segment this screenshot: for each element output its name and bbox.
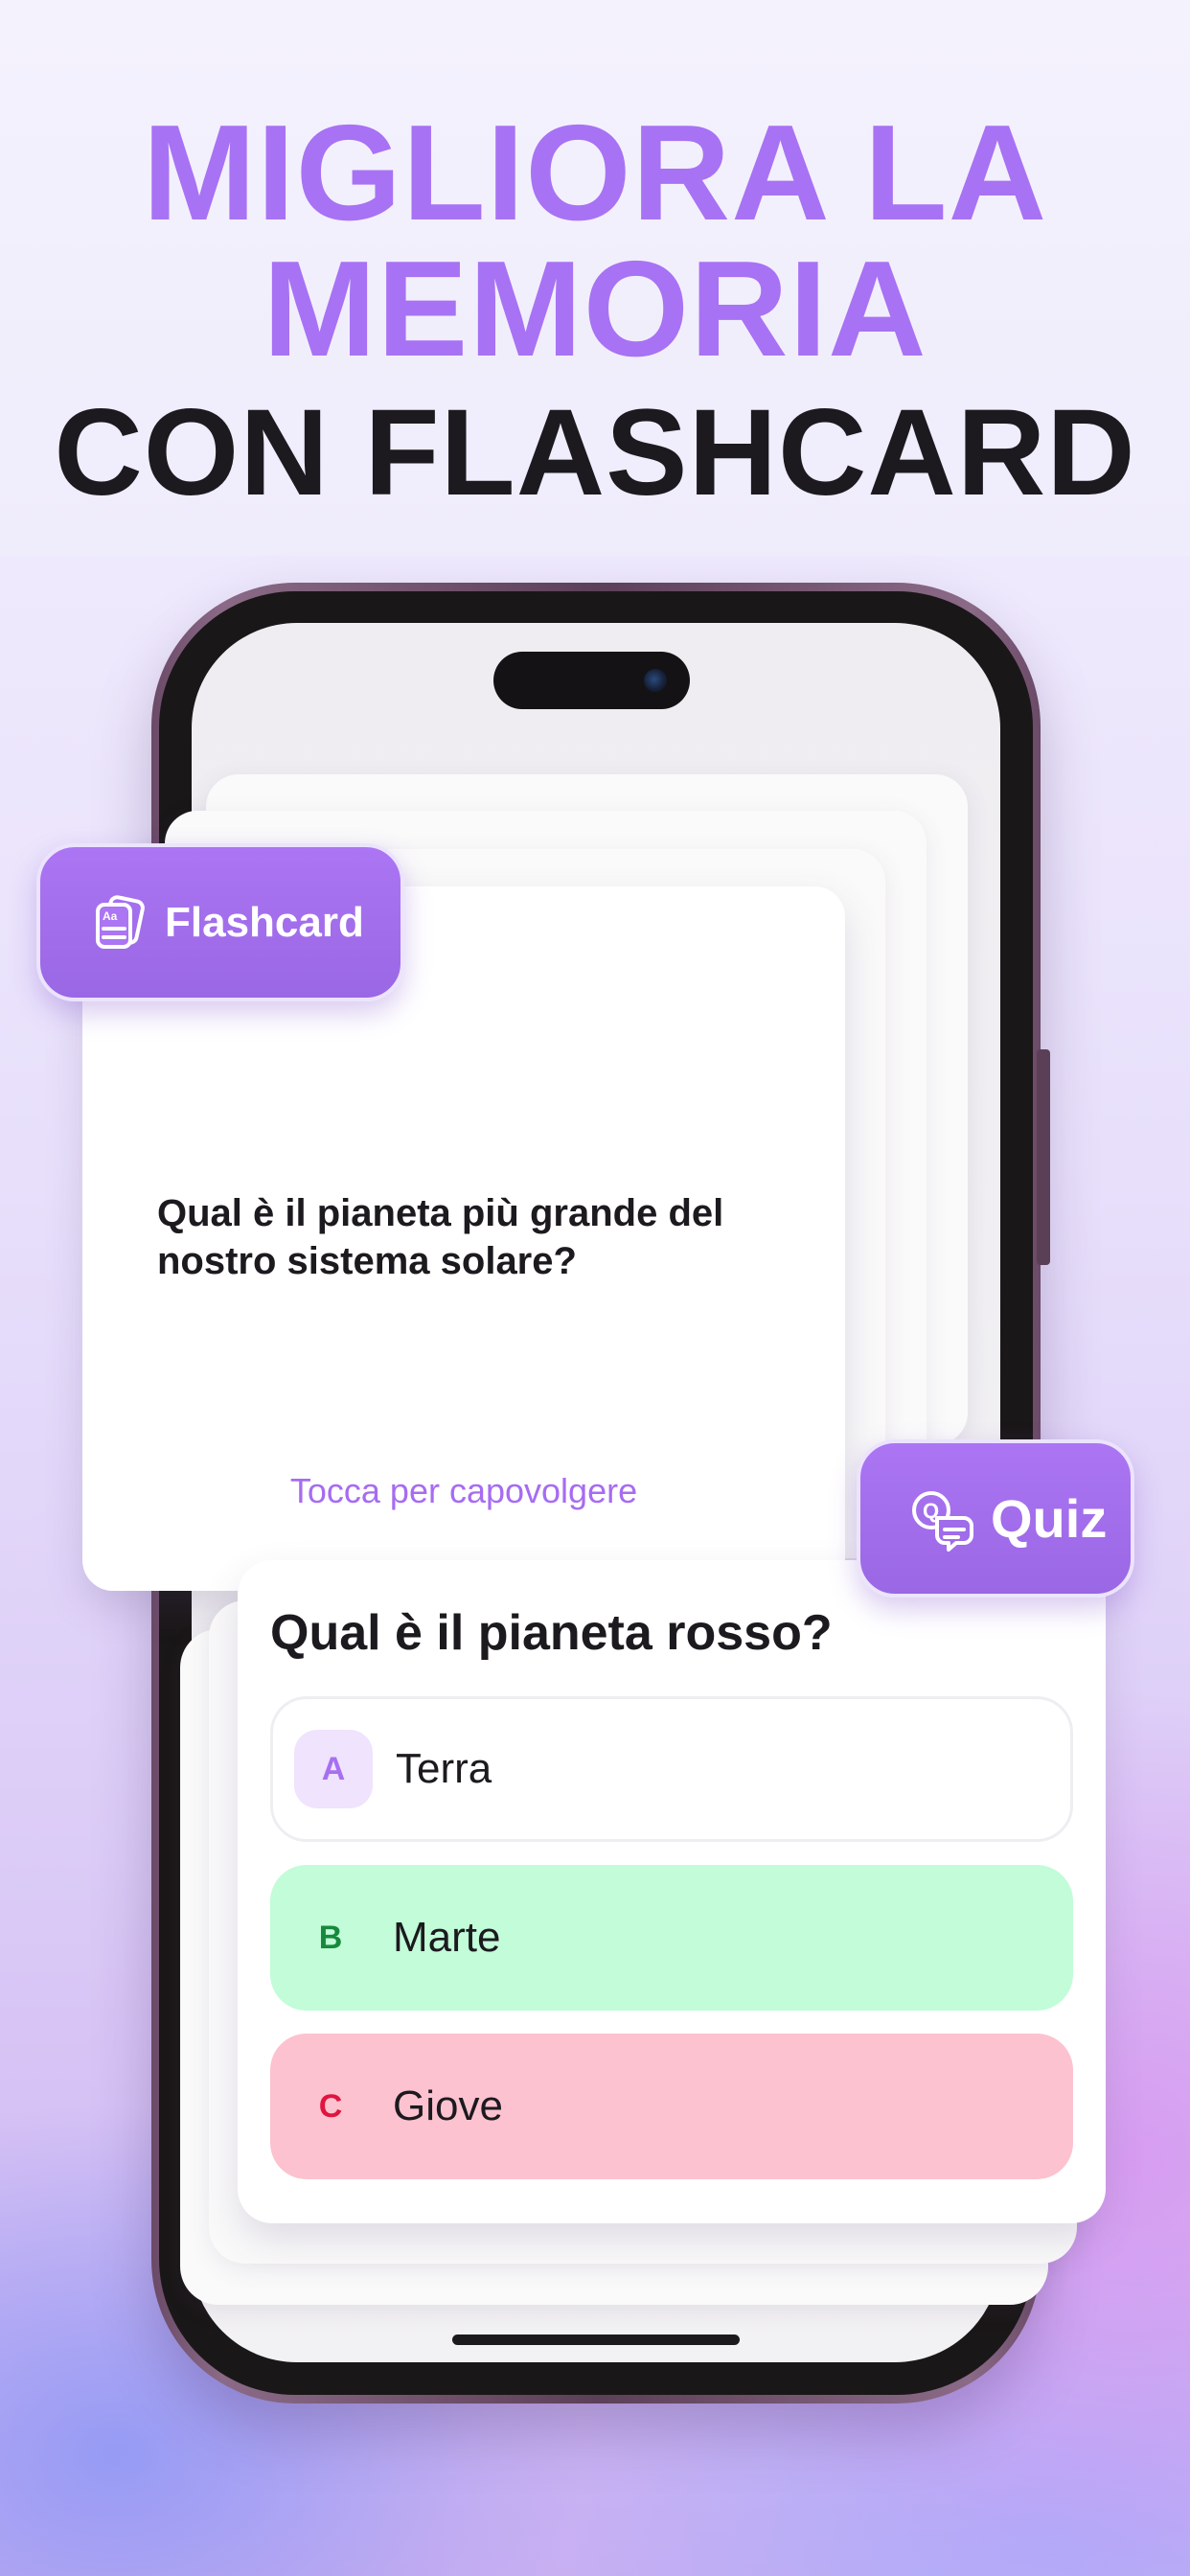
flashcard-question: Qual è il pianeta più grande del nostro … (157, 1192, 724, 1282)
headline: MIGLIORA LA MEMORIA CON FLASHCARD (0, 105, 1190, 525)
headline-line-3: CON FLASHCARD (54, 384, 1136, 521)
quiz-badge: Q Quiz (857, 1439, 1134, 1598)
home-indicator (452, 2334, 740, 2345)
flashcard-badge: Aa Flashcard (36, 843, 404, 1001)
flashcard-icon: Aa (88, 891, 151, 954)
option-letter: C (318, 2087, 343, 2125)
answer-option-c[interactable]: C Giove (270, 2034, 1073, 2179)
camera-icon (644, 669, 667, 692)
dynamic-island (493, 652, 690, 709)
option-text: Marte (393, 1914, 501, 1961)
headline-line-2: MEMORIA (263, 233, 927, 385)
option-text: Terra (396, 1745, 492, 1792)
quiz-badge-label: Quiz (991, 1488, 1108, 1549)
option-letter: A (294, 1730, 373, 1808)
answer-option-a[interactable]: A Terra (270, 1696, 1073, 1842)
quiz-chat-icon: Q (908, 1485, 975, 1552)
flashcard-badge-label: Flashcard (165, 898, 364, 946)
quiz-question: Qual è il pianeta rosso? (270, 1605, 833, 1661)
flip-hint: Tocca per capovolgere (289, 1471, 638, 1510)
option-text: Giove (393, 2082, 503, 2129)
headline-line-1: MIGLIORA LA (142, 97, 1048, 249)
quiz-card: Qual è il pianeta rosso? A Terra B Marte… (238, 1560, 1106, 2223)
phone-side-button (1037, 1049, 1050, 1265)
option-letter: B (318, 1919, 343, 1956)
answer-option-b[interactable]: B Marte (270, 1865, 1073, 2011)
svg-text:Aa: Aa (103, 909, 118, 923)
